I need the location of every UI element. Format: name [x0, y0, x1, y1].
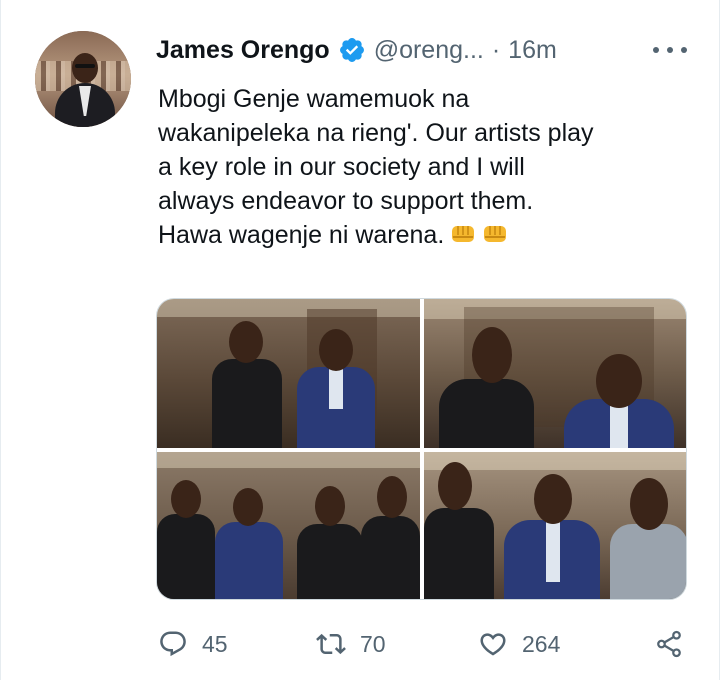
media-grid: [156, 298, 687, 600]
reply-icon: [160, 631, 186, 657]
tweet-photo-1[interactable]: [157, 299, 420, 448]
tweet-text-line: Hawa wagenje ni warena.: [158, 221, 445, 249]
tweet-text: Mbogi Genje wamemuok na wakanipeleka na …: [158, 82, 698, 252]
tweet-photo-2[interactable]: [424, 299, 686, 448]
tweet-timestamp[interactable]: 16m: [508, 36, 557, 65]
author-handle[interactable]: @oreng...: [374, 36, 484, 65]
tweet-card[interactable]: James Orengo @oreng... · 16m Mbogi Genje…: [0, 0, 720, 680]
tweet-text-line: always endeavor to support them.: [158, 187, 534, 215]
retweet-button[interactable]: 70: [316, 622, 386, 666]
tweet-text-line: wakanipeleka na rieng'. Our artists play: [158, 119, 594, 147]
tweet-text-line: Mbogi Genje wamemuok na: [158, 85, 470, 113]
more-options-icon[interactable]: [653, 36, 687, 64]
like-button[interactable]: 264: [478, 622, 560, 666]
tweet-text-line: a key role in our society and I will: [158, 153, 525, 181]
retweet-count: 70: [360, 630, 386, 657]
share-icon: [657, 630, 681, 658]
separator-dot: ·: [491, 35, 501, 64]
reply-count: 45: [202, 630, 228, 657]
reply-button[interactable]: 45: [158, 622, 228, 666]
retweet-icon: [316, 633, 346, 655]
tweet-header: James Orengo @oreng... · 16m: [156, 30, 557, 70]
oncoming-fist-icon: [450, 221, 476, 245]
verified-badge-icon: [338, 36, 366, 64]
oncoming-fist-icon: [482, 221, 508, 245]
like-count: 264: [522, 630, 561, 657]
author-avatar[interactable]: [35, 31, 131, 127]
share-button[interactable]: [654, 622, 684, 666]
author-name[interactable]: James Orengo: [156, 36, 330, 65]
heart-icon: [480, 633, 506, 656]
tweet-photo-3[interactable]: [157, 452, 420, 599]
tweet-photo-4[interactable]: [424, 452, 686, 599]
tweet-text-line-last: Hawa wagenje ni warena.: [158, 218, 698, 252]
tweet-actions: 45 70 264: [158, 622, 698, 666]
